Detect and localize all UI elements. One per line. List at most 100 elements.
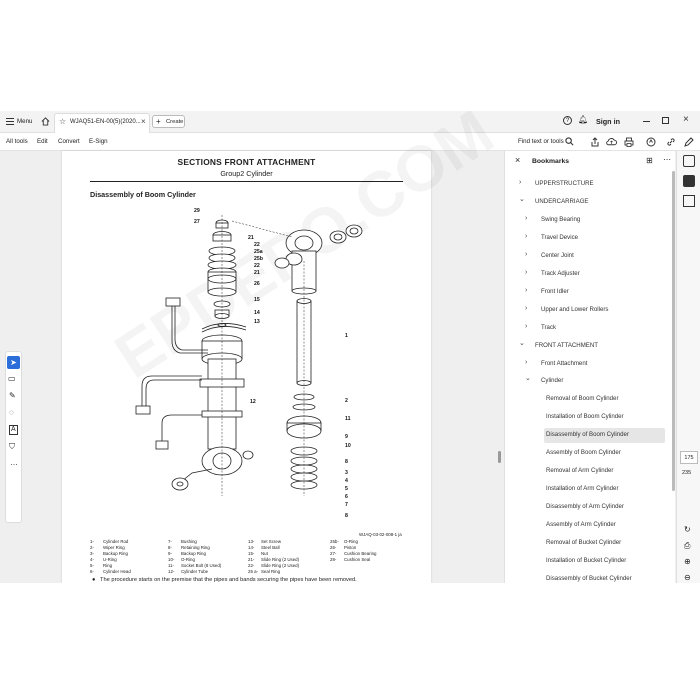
comment-icon[interactable]: ▭ — [8, 374, 16, 383]
fit-page-icon[interactable]: ⎙ — [684, 541, 690, 551]
chevron-right-icon[interactable]: › — [525, 323, 527, 330]
chevron-right-icon[interactable]: › — [525, 215, 527, 222]
close-panel-icon[interactable]: × — [515, 155, 520, 165]
bookmark-item[interactable]: Removal of Bucket Cylinder — [546, 539, 621, 546]
callout-label: 8 — [345, 513, 348, 519]
create-button[interactable]: + Create — [152, 115, 185, 128]
pdf-page: SECTIONS FRONT ATTACHMENT Group2 Cylinde… — [62, 111, 506, 583]
notifications-bell-icon[interactable]: 🔔︎ — [578, 115, 588, 124]
stamp-icon[interactable]: ⛉ — [9, 442, 15, 452]
link-icon[interactable] — [666, 137, 676, 147]
bookmark-scrollbar-thumb[interactable] — [672, 171, 675, 491]
document-scrollbar[interactable] — [497, 151, 503, 583]
bookmark-item[interactable]: Front Attachment — [541, 360, 587, 367]
ai-assistant-icon[interactable] — [646, 137, 656, 147]
legend-part-number: 6- — [90, 568, 94, 574]
legend-part-number: 1- — [90, 539, 94, 544]
chevron-right-icon[interactable]: › — [525, 359, 527, 366]
close-tab-icon[interactable]: × — [141, 117, 146, 126]
bookmark-item[interactable]: Removal of Arm Cylinder — [546, 467, 613, 474]
star-icon[interactable]: ☆ — [59, 117, 66, 126]
chevron-right-icon[interactable]: › — [525, 269, 527, 276]
bookmark-item[interactable]: Assembly of Arm Cylinder — [546, 521, 616, 528]
comments-icon[interactable] — [683, 155, 695, 167]
home-icon[interactable] — [41, 117, 50, 126]
eraser-icon[interactable]: ◌ — [9, 408, 14, 417]
figure-code: WJAQ-03-02-008-1 ja — [359, 532, 402, 537]
chevron-down-icon[interactable]: ⌄ — [525, 374, 531, 382]
minimize-window-icon[interactable] — [643, 121, 650, 122]
select-cursor-icon[interactable]: ➤ — [7, 356, 20, 369]
bookmarks-toggle-icon[interactable] — [683, 175, 695, 187]
bookmark-item[interactable]: Upper and Lower Rollers — [541, 306, 608, 313]
close-window-icon[interactable]: × — [683, 114, 689, 125]
add-bookmark-icon[interactable]: ⊞ — [646, 156, 653, 165]
bookmark-item[interactable]: Removal of Boom Cylinder — [546, 395, 618, 402]
maximize-window-icon[interactable] — [662, 117, 669, 124]
chevron-right-icon[interactable]: › — [525, 305, 527, 312]
help-icon[interactable]: ? — [563, 116, 572, 125]
bookmark-item[interactable]: Track Adjuster — [541, 270, 580, 277]
bookmark-item[interactable]: Assembly of Boom Cylinder — [546, 449, 621, 456]
legend-part-name: O-Ring — [181, 556, 195, 562]
document-tab[interactable]: ☆ WJAQ51-EN-00(5)(2020... × — [54, 113, 150, 133]
bookmark-item[interactable]: UNDERCARRIAGE — [535, 198, 589, 205]
bookmark-item[interactable]: Disassembly of Bucket Cylinder — [546, 575, 632, 582]
callout-label: 22 — [254, 263, 260, 269]
search-icon[interactable] — [565, 137, 574, 146]
toolbar-all-tools[interactable]: All tools — [6, 138, 28, 145]
edit-pencil-icon[interactable] — [684, 137, 694, 147]
refresh-icon[interactable]: ↻ — [684, 525, 691, 534]
callout-label: 8 — [345, 459, 348, 465]
callout-label: 25b — [254, 256, 263, 262]
more-options-icon[interactable]: ⋯ — [663, 155, 671, 164]
note-text: The procedure starts on the premise that… — [100, 577, 357, 583]
bookmark-scrollbar[interactable] — [672, 171, 675, 576]
bookmark-item[interactable]: Travel Device — [541, 234, 578, 241]
menu-label[interactable]: Menu — [17, 118, 32, 125]
toolbar-esign[interactable]: E-Sign — [89, 138, 108, 145]
pages-icon[interactable] — [683, 195, 695, 207]
parts-legend: 1- Cylinder Rod 7- Bushing 13- Set Screw 25b- O… — [90, 539, 410, 577]
upload-cloud-icon[interactable] — [606, 137, 617, 147]
hamburger-icon[interactable] — [6, 118, 14, 125]
callout-label: 6 — [345, 494, 348, 500]
page-number-field[interactable]: 175 — [680, 451, 698, 464]
chevron-right-icon[interactable]: › — [519, 179, 521, 186]
find-text-field[interactable]: Find text or tools — [518, 138, 564, 145]
share-icon[interactable] — [590, 137, 600, 147]
bookmark-item[interactable]: Track — [541, 324, 556, 331]
bookmark-item[interactable]: Cylinder — [541, 377, 563, 384]
callout-label: 3 — [345, 470, 348, 476]
legend-part-name: Cylinder Rod — [103, 539, 129, 544]
bookmark-item[interactable]: Center Joint — [541, 252, 574, 259]
bookmark-item[interactable]: FRONT ATTACHMENT — [535, 342, 598, 349]
draw-pen-icon[interactable]: ✎ — [9, 391, 16, 400]
legend-part-number: 27- — [330, 550, 337, 556]
more-tools-icon[interactable]: … — [10, 458, 18, 467]
chevron-right-icon[interactable]: › — [525, 233, 527, 240]
toolbar-edit[interactable]: Edit — [37, 138, 48, 145]
document-viewport[interactable]: SECTIONS FRONT ATTACHMENT Group2 Cylinde… — [0, 111, 506, 583]
scrollbar-thumb[interactable] — [498, 451, 501, 463]
chevron-down-icon[interactable]: ⌄ — [519, 339, 525, 347]
zoom-in-icon[interactable]: ⊕ — [684, 557, 691, 566]
bookmark-item[interactable]: Installation of Boom Cylinder — [546, 413, 624, 420]
chevron-down-icon[interactable]: ⌄ — [519, 195, 525, 203]
bookmark-item[interactable]: Swing Bearing — [541, 216, 580, 223]
bookmark-item[interactable]: Disassembly of Boom Cylinder — [546, 431, 629, 438]
chevron-right-icon[interactable]: › — [525, 251, 527, 258]
text-box-icon[interactable]: A — [9, 425, 18, 435]
legend-part-number: 21- — [248, 556, 255, 562]
callout-label: 26 — [254, 281, 260, 287]
print-icon[interactable] — [624, 137, 634, 147]
sign-in-button[interactable]: Sign in — [596, 117, 620, 126]
bookmark-item[interactable]: Installation of Arm Cylinder — [546, 485, 618, 492]
bookmark-item[interactable]: UPPERSTRUCTURE — [535, 180, 594, 187]
chevron-right-icon[interactable]: › — [525, 287, 527, 294]
toolbar-convert[interactable]: Convert — [58, 138, 80, 145]
bookmark-item[interactable]: Front Idler — [541, 288, 569, 295]
bookmark-item[interactable]: Disassembly of Arm Cylinder — [546, 503, 624, 510]
zoom-out-icon[interactable]: ⊖ — [684, 573, 691, 582]
bookmark-item[interactable]: Installation of Bucket Cylinder — [546, 557, 626, 564]
